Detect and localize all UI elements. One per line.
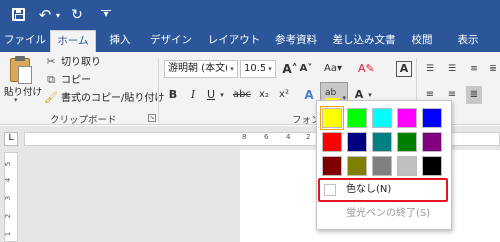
tab-insert[interactable]: 挿入 (106, 30, 134, 52)
grow-font-button[interactable]: A˄ (282, 60, 298, 78)
stop-highlighting-item[interactable]: 蛍光ペンの終了(S) (346, 207, 430, 221)
format-painter-button[interactable]: 🖌 書式のコピー/貼り付け (44, 90, 164, 106)
color-swatch[interactable] (322, 132, 342, 152)
title-bar: ↶ ▾ ↻ ▾ (0, 0, 500, 30)
color-swatch[interactable] (397, 108, 417, 128)
underline-dropdown-icon[interactable]: ▾ (218, 86, 226, 104)
color-swatch[interactable] (422, 108, 442, 128)
italic-button[interactable]: I (186, 86, 200, 104)
redo-icon[interactable]: ↻ (70, 6, 84, 24)
color-swatch[interactable] (347, 156, 367, 176)
ruler-number: 6 (264, 133, 269, 141)
save-icon[interactable] (10, 6, 26, 24)
color-swatch[interactable] (422, 156, 442, 176)
tab-file[interactable]: ファイル (4, 30, 46, 52)
superscript-button[interactable]: x² (276, 86, 292, 104)
color-swatch[interactable] (322, 156, 342, 176)
tab-design[interactable]: デザイン (146, 30, 196, 52)
ruler-number: 5 (4, 161, 13, 167)
group-divider (158, 58, 159, 122)
copy-button[interactable]: ⧉ コピー (44, 72, 91, 88)
scissors-icon: ✂ (46, 55, 56, 68)
ruler-number: 4 (4, 177, 13, 183)
color-swatch[interactable] (372, 132, 392, 152)
paste-dropdown-icon[interactable]: ▾ (14, 96, 18, 104)
ruler-number: 1 (4, 231, 13, 237)
color-swatch[interactable] (320, 106, 344, 130)
font-size-value: 10.5 (244, 63, 267, 74)
multilevel-list-icon[interactable]: ≡ (466, 60, 482, 78)
clear-formatting-button[interactable]: A✎ (358, 60, 375, 78)
ruler-number: 2 (4, 213, 13, 219)
color-swatch[interactable] (397, 132, 417, 152)
change-case-button[interactable]: Aa▾ (322, 60, 344, 78)
clipboard-launcher-icon[interactable]: ↘ (148, 114, 156, 122)
character-border-button[interactable]: A (396, 61, 412, 77)
color-swatch[interactable] (347, 108, 367, 128)
paintbrush-icon: 🖌 (44, 91, 58, 104)
paste-button[interactable] (4, 56, 36, 108)
clipboard-group-label: クリップボード (50, 115, 117, 126)
bullets-icon[interactable]: ☰ (422, 60, 438, 78)
tab-references[interactable]: 参考資料 (270, 30, 322, 52)
paste-label[interactable]: 貼り付け (4, 84, 42, 98)
tab-view[interactable]: 表示 (454, 30, 482, 52)
color-swatch[interactable] (347, 132, 367, 152)
undo-dropdown-icon[interactable]: ▾ (54, 7, 62, 25)
format-painter-label: 書式のコピー/貼り付け (61, 93, 165, 104)
undo-icon[interactable]: ↶ (38, 6, 52, 24)
indent-icon[interactable]: ≣ (486, 60, 500, 78)
font-size-combo[interactable]: 10.5 ▾ (240, 60, 276, 78)
ruler-number: 2 (306, 133, 311, 141)
color-swatch[interactable] (422, 132, 442, 152)
cut-button[interactable]: ✂ 切り取り (44, 54, 101, 70)
color-swatch[interactable] (372, 108, 392, 128)
cut-label: 切り取り (61, 57, 101, 68)
font-name-value: 游明朝 (本文( (168, 63, 229, 74)
numbering-icon[interactable]: ☰ (444, 60, 460, 78)
no-color-item[interactable]: 色なし(N) (324, 182, 444, 198)
color-swatch[interactable] (397, 156, 417, 176)
ruler-number: 8 (242, 133, 247, 141)
font-name-combo[interactable]: 游明朝 (本文( ▾ (164, 60, 238, 78)
subscript-button[interactable]: x₂ (256, 86, 272, 104)
tab-home[interactable]: ホーム (50, 30, 96, 52)
copy-icon: ⧉ (47, 73, 55, 86)
tab-mailings[interactable]: 差し込み文書 (330, 30, 398, 52)
customize-toolbar-icon[interactable]: ▾ (100, 6, 112, 24)
no-color-swatch (324, 184, 336, 196)
tab-layout[interactable]: レイアウト (206, 30, 262, 52)
ribbon-tabs: ファイル ホーム 挿入 デザイン レイアウト 参考資料 差し込み文書 校閲 表示 (0, 30, 500, 52)
bold-button[interactable]: B (166, 86, 180, 104)
copy-label: コピー (61, 75, 91, 86)
strikethrough-button[interactable]: abc (232, 86, 252, 104)
chevron-down-icon[interactable]: ▾ (265, 61, 275, 77)
underline-button[interactable]: U (204, 86, 218, 104)
justify-icon[interactable]: ≣ (466, 86, 482, 104)
ruler-number: 4 (286, 133, 291, 141)
chevron-down-icon[interactable]: ▾ (227, 61, 237, 77)
ruler-number: 3 (4, 195, 13, 201)
tab-review[interactable]: 校閲 (408, 30, 436, 52)
color-swatch[interactable] (372, 156, 392, 176)
no-color-label: 色なし(N) (346, 184, 392, 195)
tab-selector[interactable]: L (4, 132, 18, 146)
shrink-font-button[interactable]: A˅ (298, 60, 314, 78)
